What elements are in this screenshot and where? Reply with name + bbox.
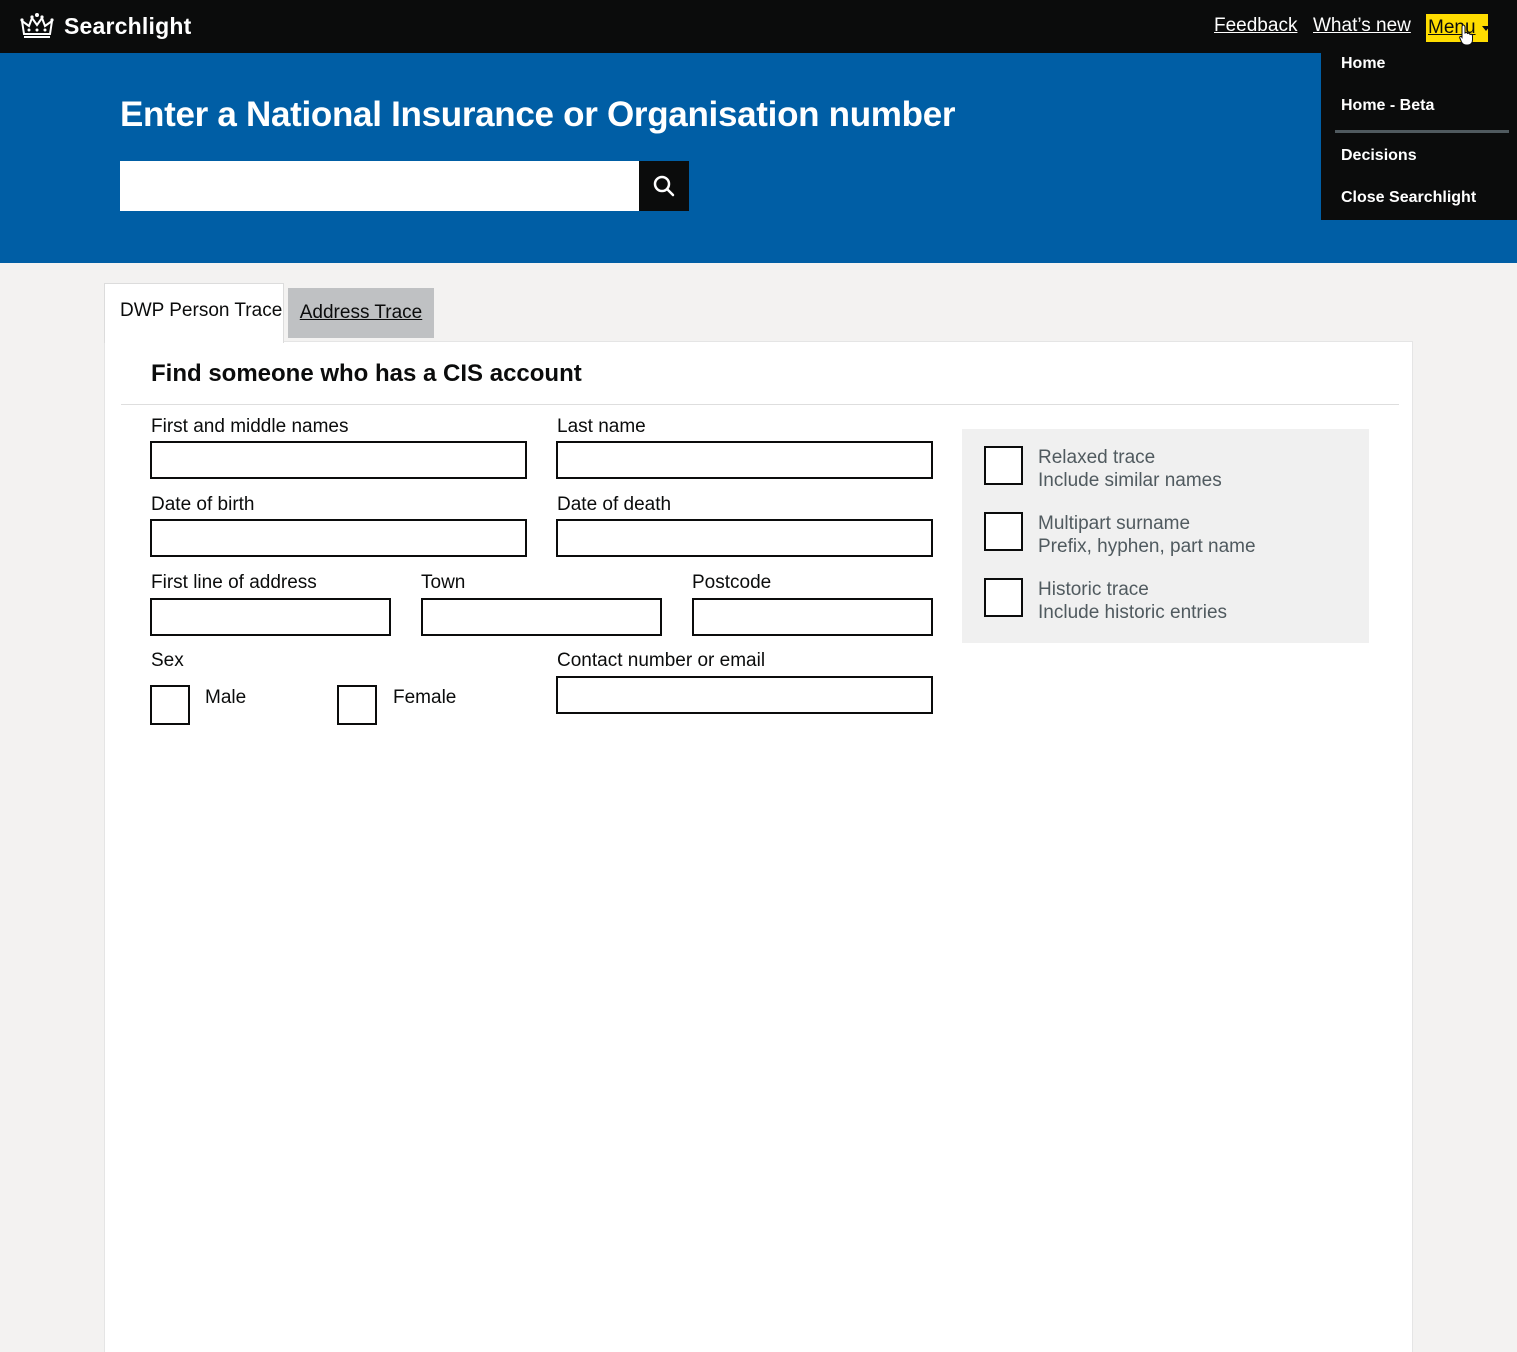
first-names-input[interactable] [150, 441, 527, 479]
header-bar: Searchlight Feedback What’s new Menu [0, 0, 1517, 53]
chevron-down-icon [1481, 25, 1490, 31]
page-title: Enter a National Insurance or Organisati… [120, 95, 956, 134]
menu-divider [1335, 130, 1509, 133]
main-menu-dropdown: Home Home - Beta Decisions Close Searchl… [1321, 53, 1517, 220]
female-checkbox[interactable] [337, 685, 377, 725]
relaxed-trace-hint: Include similar names [1038, 470, 1222, 491]
contact-input[interactable] [556, 676, 933, 714]
search-button[interactable] [639, 161, 689, 211]
historic-trace-hint: Include historic entries [1038, 602, 1228, 623]
form-title: Find someone who has a CIS account [151, 360, 582, 387]
multipart-surname-hint: Prefix, hyphen, part name [1038, 536, 1256, 557]
date-of-birth-input[interactable] [150, 519, 527, 557]
multipart-surname-checkbox[interactable] [984, 512, 1023, 551]
female-label: Female [393, 687, 457, 708]
date-of-birth-label: Date of birth [151, 494, 255, 515]
search-hero: Enter a National Insurance or Organisati… [0, 53, 1517, 263]
date-of-death-label: Date of death [557, 494, 672, 515]
relaxed-trace-label: Relaxed trace [1038, 447, 1156, 468]
male-checkbox[interactable] [150, 685, 190, 725]
trace-options: Relaxed trace Include similar names Mult… [962, 429, 1369, 643]
historic-trace-label: Historic trace [1038, 579, 1149, 600]
town-label: Town [421, 572, 466, 593]
brand-link[interactable]: Searchlight [20, 10, 191, 42]
historic-trace-checkbox[interactable] [984, 578, 1023, 617]
multipart-surname-label: Multipart surname [1038, 513, 1191, 534]
contact-label: Contact number or email [557, 650, 766, 671]
first-names-label: First and middle names [151, 416, 349, 437]
last-name-input[interactable] [556, 441, 933, 479]
postcode-label: Postcode [692, 572, 772, 593]
whats-new-link[interactable]: What’s new [1313, 15, 1411, 37]
date-of-death-input[interactable] [556, 519, 933, 557]
menu-item-close-searchlight[interactable]: Close Searchlight [1341, 189, 1476, 207]
feedback-link[interactable]: Feedback [1214, 15, 1297, 37]
menu-item-home-beta[interactable]: Home - Beta [1341, 97, 1434, 115]
town-input[interactable] [421, 598, 662, 636]
pointer-cursor-icon [1459, 24, 1473, 46]
ni-search-input[interactable] [120, 161, 639, 211]
person-trace-panel: Find someone who has a CIS account First… [104, 341, 1413, 1352]
menu-item-home[interactable]: Home [1341, 55, 1385, 73]
menu-button[interactable]: Menu [1426, 14, 1490, 42]
divider [121, 404, 1399, 405]
tab-address-trace[interactable]: Address Trace [288, 288, 434, 338]
tab-dwp-person-trace[interactable]: DWP Person Trace [104, 283, 284, 343]
male-label: Male [205, 687, 247, 708]
search-icon [653, 175, 675, 197]
relaxed-trace-checkbox[interactable] [984, 446, 1023, 485]
address-line-input[interactable] [150, 598, 391, 636]
postcode-input[interactable] [692, 598, 933, 636]
crown-icon [20, 12, 54, 40]
sex-label: Sex [151, 650, 184, 671]
brand-name: Searchlight [64, 12, 192, 39]
address-line-label: First line of address [151, 572, 317, 593]
last-name-label: Last name [557, 416, 646, 437]
menu-item-decisions[interactable]: Decisions [1341, 147, 1417, 165]
